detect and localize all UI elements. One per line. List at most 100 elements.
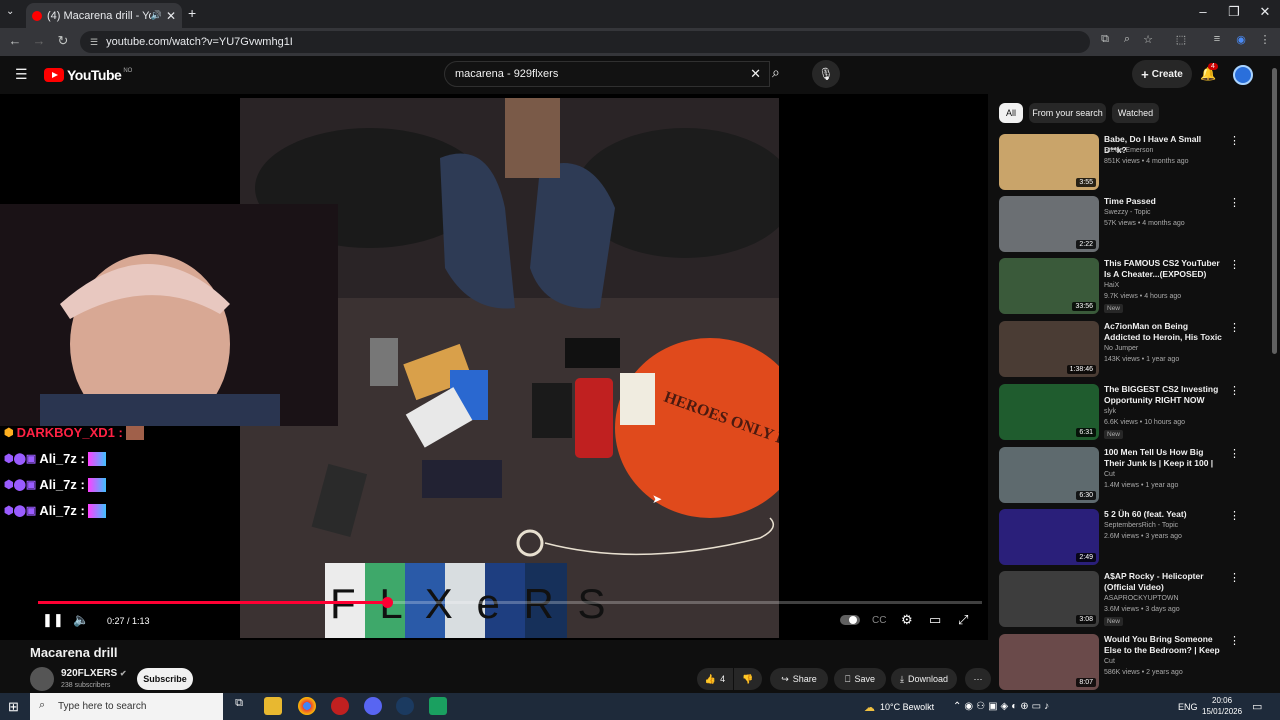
tray-icons[interactable]: ⌃◉⚇▣◈◐⊕▭♪ xyxy=(953,701,1052,712)
scrollbar[interactable] xyxy=(1272,68,1277,354)
clock-date[interactable]: 15/01/2026 xyxy=(1202,707,1242,716)
steam-icon[interactable] xyxy=(396,697,414,715)
site-info-icon[interactable]: ☰ xyxy=(90,37,98,48)
recommendation-title[interactable]: 100 Men Tell Us How Big Their Junk Is | … xyxy=(1104,447,1226,469)
subscribe-button[interactable]: Subscribe xyxy=(137,668,193,690)
chip-watched[interactable]: Watched xyxy=(1112,103,1159,123)
more-options-icon[interactable]: ⋮ xyxy=(1229,196,1240,209)
fullscreen-icon[interactable]: ⤢ xyxy=(958,612,968,628)
more-options-icon[interactable]: ⋮ xyxy=(1229,509,1240,522)
more-options-icon[interactable]: ⋮ xyxy=(1229,571,1240,584)
more-options-icon[interactable]: ⋮ xyxy=(1229,321,1240,334)
weather-text[interactable]: 10°C Bewolkt xyxy=(880,702,934,712)
more-options-icon[interactable]: ⋮ xyxy=(1229,258,1240,271)
chip-all[interactable]: All xyxy=(999,103,1023,123)
close-tab-icon[interactable]: ✕ xyxy=(166,9,176,23)
discord-icon[interactable] xyxy=(364,697,382,715)
extensions-icon[interactable]: ⬚ xyxy=(1172,33,1190,46)
recommendation-item[interactable]: 3:55 Babe, Do I Have A Small D**k? Stevie … xyxy=(999,134,1240,192)
search-button[interactable]: ⌕ xyxy=(772,64,780,81)
hamburger-menu-icon[interactable]: ☰ xyxy=(15,66,28,83)
forward-icon[interactable]: → xyxy=(30,33,48,48)
channel-avatar[interactable] xyxy=(30,667,54,691)
save-button[interactable]: ⎕ Save xyxy=(834,668,886,690)
recommendation-item[interactable]: 6:31 The BIGGEST CS2 Investing Opportunit… xyxy=(999,384,1240,442)
create-button[interactable]: + Create xyxy=(1132,60,1192,88)
url-field[interactable]: ☰ youtube.com/watch?v=YU7Gvwmhg1I xyxy=(80,31,1090,53)
more-options-icon[interactable]: ⋮ xyxy=(1229,447,1240,460)
volume-icon[interactable]: 🔈 xyxy=(73,612,89,628)
video-thumbnail[interactable]: 2:49 xyxy=(999,509,1099,565)
recommendation-channel[interactable]: Swezzy - Topic xyxy=(1104,209,1151,216)
autoplay-toggle[interactable] xyxy=(840,615,860,625)
close-window-button[interactable]: ✕ xyxy=(1250,4,1280,20)
install-icon[interactable]: ⧉ xyxy=(1096,33,1114,46)
video-thumbnail[interactable]: 33:56 xyxy=(999,258,1099,314)
search-input[interactable]: macarena - 929flxers ✕ xyxy=(444,61,770,87)
progress-bar[interactable] xyxy=(38,597,982,608)
recommendation-channel[interactable]: ASAPROCKYUPTOWN xyxy=(1104,595,1179,602)
voice-search-button[interactable]: 🎙 xyxy=(812,60,840,88)
video-thumbnail[interactable]: 8:07 xyxy=(999,634,1099,690)
taskbar-search-input[interactable]: ⌕ Type here to search xyxy=(30,693,223,720)
restore-button[interactable]: ❐ xyxy=(1219,4,1249,20)
recommendation-title[interactable]: A$AP Rocky - Helicopter (Official Video) xyxy=(1104,571,1226,593)
speaker-icon[interactable]: 🔊 xyxy=(151,10,162,21)
more-options-icon[interactable]: ⋮ xyxy=(1229,634,1240,647)
recommendation-title[interactable]: Would You Bring Someone Else to the Bedr… xyxy=(1104,634,1226,656)
recommendation-title[interactable]: This FAMOUS CS2 YouTuber Is A Cheater...… xyxy=(1104,258,1226,280)
recommendation-item[interactable]: 1:38:46 Ac7ionMan on Being Addicted to He… xyxy=(999,321,1240,379)
back-icon[interactable]: ← xyxy=(6,33,24,48)
recommendation-channel[interactable]: Cut xyxy=(1104,658,1115,665)
more-actions-button[interactable]: ⋯ xyxy=(965,668,991,690)
recommendation-title[interactable]: The BIGGEST CS2 Investing Opportunity RI… xyxy=(1104,384,1226,406)
tab-active[interactable]: (4) Macarena drill - YouTub 🔊 ✕ xyxy=(26,3,182,28)
captions-icon[interactable]: CC xyxy=(872,615,886,626)
recommendation-title[interactable]: 5 2 Üh 60 (feat. Yeat) xyxy=(1104,509,1226,520)
recommendation-item[interactable]: 8:07 Would You Bring Someone Else to the … xyxy=(999,634,1240,692)
recommendation-channel[interactable]: slyk xyxy=(1104,408,1116,415)
video-player[interactable]: HEROES ONLY BARGAIN F L X e R S xyxy=(0,94,988,640)
task-view-icon[interactable]: ⧉ xyxy=(230,697,248,715)
recommendation-item[interactable]: 33:56 This FAMOUS CS2 YouTuber Is A Cheat… xyxy=(999,258,1240,316)
share-button[interactable]: ↪ Share xyxy=(770,668,828,690)
recommendation-title[interactable]: Ac7ionMan on Being Addicted to Heroin, H… xyxy=(1104,321,1226,343)
clear-search-icon[interactable]: ✕ xyxy=(750,66,761,82)
dislike-button[interactable]: 👎 xyxy=(734,668,762,690)
recommendation-title[interactable]: Time Passed xyxy=(1104,196,1226,207)
recommendation-item[interactable]: 3:08 A$AP Rocky - Helicopter (Official Vi… xyxy=(999,571,1240,629)
reload-icon[interactable]: ↻ xyxy=(54,33,72,49)
chrome-icon[interactable] xyxy=(298,697,316,715)
bookmark-star-icon[interactable]: ☆ xyxy=(1139,33,1157,46)
channel-name[interactable]: 920FLXERS ✔ xyxy=(61,668,127,679)
like-button[interactable]: 👍 4 xyxy=(697,668,733,690)
tab-list-chevron-icon[interactable]: ⌄ xyxy=(6,6,14,17)
recommendation-item[interactable]: 2:49 5 2 Üh 60 (feat. Yeat) SeptembersRich… xyxy=(999,509,1240,567)
app-icon[interactable] xyxy=(429,697,447,715)
windows-start-icon[interactable]: ⊞ xyxy=(8,699,19,715)
video-thumbnail[interactable]: 3:08 xyxy=(999,571,1099,627)
file-explorer-icon[interactable] xyxy=(264,697,282,715)
settings-gear-icon[interactable]: ⚙ xyxy=(901,612,913,628)
miniplayer-icon[interactable]: ▭ xyxy=(929,612,941,628)
weather-icon[interactable]: ☁ xyxy=(864,701,875,714)
app-icon[interactable] xyxy=(331,697,349,715)
reading-list-icon[interactable]: ≡ xyxy=(1208,33,1226,45)
clock-time[interactable]: 20:06 xyxy=(1212,696,1232,705)
profile-icon[interactable]: ◉ xyxy=(1232,33,1250,46)
language-indicator[interactable]: ENG xyxy=(1178,702,1198,712)
download-button[interactable]: ⤓ Download xyxy=(891,668,957,690)
recommendation-item[interactable]: 6:30 100 Men Tell Us How Big Their Junk I… xyxy=(999,447,1240,505)
recommendation-channel[interactable]: Cut xyxy=(1104,471,1115,478)
zoom-icon[interactable]: ⌕ xyxy=(1118,33,1136,46)
video-thumbnail[interactable]: 1:38:46 xyxy=(999,321,1099,377)
more-options-icon[interactable]: ⋮ xyxy=(1229,384,1240,397)
pause-button[interactable]: ❚❚ xyxy=(42,612,64,628)
video-thumbnail[interactable]: 3:55 xyxy=(999,134,1099,190)
account-avatar[interactable] xyxy=(1233,65,1253,85)
video-thumbnail[interactable]: 6:31 xyxy=(999,384,1099,440)
notifications-icon[interactable]: ▭ xyxy=(1252,700,1262,713)
new-tab-button[interactable]: + xyxy=(188,5,196,21)
recommendation-channel[interactable]: Stevie Emerson xyxy=(1104,147,1153,154)
youtube-logo[interactable]: YouTube NO xyxy=(44,67,132,83)
